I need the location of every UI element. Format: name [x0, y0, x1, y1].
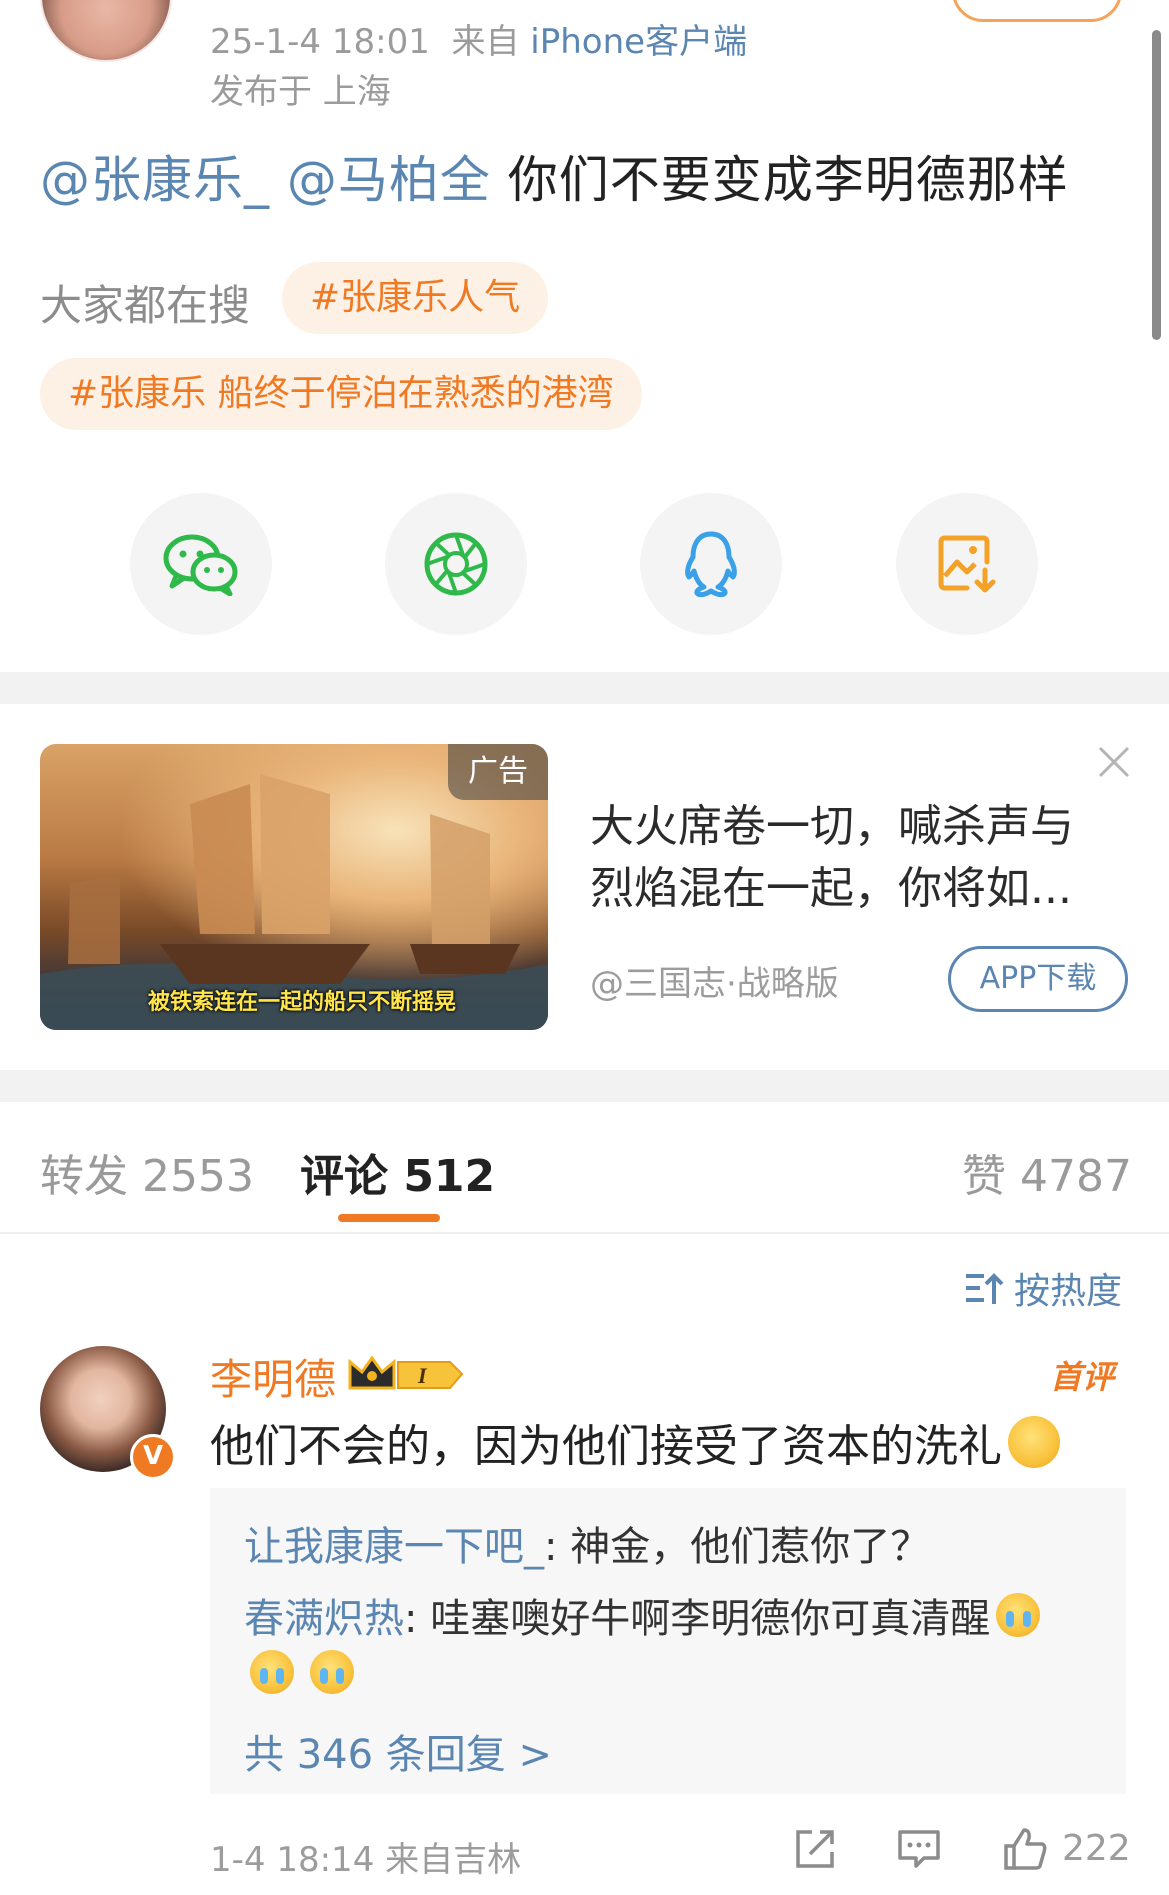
share-moments-button[interactable] [385, 493, 527, 635]
sort-button[interactable]: 按热度 [964, 1262, 1122, 1314]
crying-emoji-icon [250, 1650, 294, 1694]
follow-button[interactable] [952, 0, 1122, 22]
reply-item[interactable]: 春满炽热: 哇塞噢好牛啊李明德你可真清醒 [244, 1586, 1041, 1644]
ad-source[interactable]: @三国志·战略版 [590, 956, 839, 1005]
post-client-link[interactable]: iPhone客户端 [530, 22, 747, 62]
sort-icon [966, 1273, 1004, 1304]
ad-badge: 广告 [448, 744, 548, 800]
like-count: 222 [1062, 1828, 1131, 1869]
ad-image[interactable]: 广告 被铁索连在一起的船只不断摇晃 [40, 744, 548, 1030]
comment-body: 他们不会的，因为他们接受了资本的洗礼 [210, 1410, 1060, 1474]
active-tab-indicator [338, 1214, 440, 1222]
tab-comment[interactable]: 评论 512 [300, 1140, 495, 1204]
save-image-button[interactable] [896, 493, 1038, 635]
verified-badge: V [130, 1434, 176, 1480]
share-icon[interactable] [792, 1826, 838, 1872]
commenter-name[interactable]: 李明德 [210, 1346, 336, 1407]
comment-meta: 1-4 18:14 来自吉林 [210, 1840, 522, 1880]
post-time: 25-1-4 18:01 [210, 22, 430, 62]
mention-link[interactable]: @马柏全 [287, 151, 491, 209]
crown-member-badge: I [348, 1355, 464, 1390]
reply-username[interactable]: 让我康康一下吧_ [244, 1524, 544, 1570]
ad-caption: 被铁索连在一起的船只不断摇晃 [148, 990, 457, 1015]
moments-icon [424, 532, 488, 596]
post-location: 发布于 上海 [210, 72, 391, 112]
section-divider [0, 672, 1169, 704]
share-qq-button[interactable] [640, 493, 782, 635]
tabs-divider [0, 1232, 1169, 1234]
trending-tag[interactable]: #张康乐 船终于停泊在熟悉的港湾 [40, 358, 642, 430]
reply-item[interactable]: 让我康康一下吧_: 神金，他们惹你了？ [244, 1514, 930, 1572]
trending-tag[interactable]: #张康乐人气 [282, 262, 549, 334]
crying-emoji-icon [310, 1650, 354, 1694]
mention-link[interactable]: @张康乐_ [40, 151, 270, 209]
tab-repost[interactable]: 转发 2553 [40, 1140, 254, 1204]
author-avatar[interactable] [40, 0, 172, 62]
smile-emoji-icon [1008, 1416, 1060, 1468]
qq-icon [685, 531, 737, 598]
save-image-icon [938, 535, 996, 593]
like-icon[interactable] [1002, 1826, 1048, 1872]
view-all-replies-link[interactable]: 共 346 条回复 > [244, 1722, 552, 1780]
comment-text: 他们不会的，因为他们接受了资本的洗礼 [210, 1421, 1002, 1472]
post-from-label: 来自 [451, 22, 520, 62]
tab-like[interactable]: 赞 4787 [962, 1140, 1132, 1204]
ad-title[interactable]: 大火席卷一切，喊杀声与烈焰混在一起，你将如... [590, 796, 1110, 920]
section-divider [0, 1070, 1169, 1102]
close-icon[interactable] [1094, 742, 1134, 782]
trending-search-label: 大家都在搜 [40, 281, 251, 330]
crying-emoji-icon [996, 1593, 1041, 1637]
post-text: 你们不要变成李明德那样 [490, 151, 1069, 209]
reply-text: : 哇塞噢好牛啊李明德你可真清醒 [404, 1596, 991, 1642]
app-download-button[interactable]: APP下载 [948, 946, 1128, 1012]
post-content: @张康乐_ @马柏全 你们不要变成李明德那样 [40, 140, 1069, 212]
scrollbar[interactable] [1152, 30, 1161, 340]
svg-text:I: I [417, 1363, 428, 1388]
reply-text: : 神金，他们惹你了？ [544, 1524, 931, 1570]
first-comment-badge: 首评 [1050, 1358, 1115, 1396]
post-meta: 25-1-4 18:01 来自 iPhone客户端 [210, 14, 747, 63]
reply-emoji-line [244, 1650, 354, 1694]
comment-icon[interactable] [896, 1826, 942, 1872]
reply-username[interactable]: 春满炽热 [244, 1586, 404, 1644]
share-wechat-button[interactable] [130, 493, 272, 635]
wechat-icon [163, 534, 238, 596]
sort-label: 按热度 [1014, 1271, 1123, 1312]
